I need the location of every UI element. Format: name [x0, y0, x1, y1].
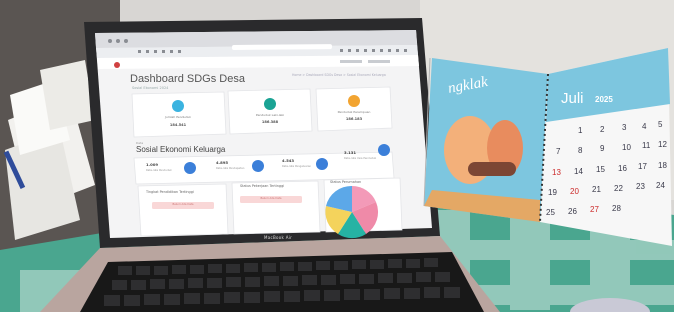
chart-card-title-2: Status Pekerjaan Tertinggi — [240, 184, 285, 188]
stat-value-2: 186.388 — [261, 120, 279, 124]
no-data-label-1: Belum Ada Data — [172, 203, 194, 206]
calendar-day: 11 — [642, 141, 651, 150]
illustration-object — [468, 162, 516, 176]
calendar-day: 5 — [658, 120, 663, 129]
logo-icon — [114, 62, 120, 68]
calendar-month: Juli — [561, 90, 584, 107]
calendar-day: 20 — [570, 186, 579, 196]
eco-label-2: Rata-rata Pendapatan — [216, 167, 245, 170]
eco-value-1: 1.009 — [146, 162, 159, 167]
calendar-day: 28 — [612, 203, 621, 213]
address-bar[interactable] — [232, 44, 332, 50]
stat-label-3: Penduduk Perempuan — [337, 110, 371, 114]
eco-value-4: 3.131 — [344, 150, 357, 155]
calendar-day: 12 — [658, 139, 667, 149]
calendar-day: 22 — [614, 183, 623, 193]
calendar-day: 4 — [642, 121, 647, 131]
calendar-day: 17 — [638, 162, 647, 171]
chart-card-title-1: Tingkat Pendidikan Tertinggi — [146, 190, 194, 194]
dashboard-title: Dashboard SDGs Desa — [130, 73, 245, 85]
calendar-day: 10 — [622, 142, 631, 152]
calendar-day: 18 — [658, 160, 667, 170]
calendar-day: 8 — [578, 145, 583, 155]
calendar-day: 9 — [600, 144, 605, 153]
header-link[interactable] — [340, 60, 362, 63]
calendar-day: 21 — [592, 185, 601, 194]
stat-card-3 — [315, 86, 393, 132]
dashboard-subtitle: Sosial Ekonomi 2024 — [132, 86, 169, 90]
eco-value-2: 4.895 — [216, 160, 229, 165]
calendar-day: 16 — [618, 163, 627, 173]
eco-value-3: 4.543 — [282, 158, 295, 163]
calendar-day: 3 — [622, 123, 627, 132]
calendar-day: 14 — [574, 166, 583, 176]
calendar-day: 2 — [600, 124, 605, 134]
stat-value-1: 184.541 — [169, 123, 187, 127]
calendar-year: 2025 — [595, 95, 613, 104]
calendar-day: 23 — [636, 182, 645, 191]
calendar-day: 25 — [546, 208, 555, 217]
home-icon — [172, 100, 184, 112]
eco-icon-2 — [252, 160, 264, 172]
calendar-day: 27 — [590, 205, 599, 214]
eco-icon-3 — [316, 158, 328, 170]
calendar-day: 15 — [596, 165, 605, 174]
eco-icon-4 — [378, 144, 390, 156]
laptop-brand: MacBook Air — [264, 235, 293, 240]
stat-label-1: Jumlah Penduduk — [164, 115, 192, 119]
calendar-day: 7 — [556, 147, 561, 156]
calendar-day: 1 — [578, 126, 583, 135]
chart-card-title-3: Status Perumahan — [330, 180, 362, 184]
calendar-day: 13 — [552, 168, 561, 177]
stat-card-2 — [227, 88, 313, 135]
header-link-2[interactable] — [368, 60, 390, 63]
photo-scene: Dashboard SDGs Desa Sosial Ekonomi 2024 … — [0, 0, 674, 312]
male-icon — [264, 98, 276, 110]
stat-value-3: 186.183 — [345, 117, 363, 121]
breadcrumb[interactable]: Home > Dashboard SDGs Desa > Sosial Ekon… — [292, 73, 386, 77]
chart-card-2 — [231, 180, 321, 235]
eco-label-1: Rata-rata Penduduk — [146, 169, 172, 172]
eco-label-3: Rata-rata Pengeluaran — [282, 165, 312, 168]
calendar-day: 26 — [568, 206, 577, 216]
female-icon — [348, 95, 360, 107]
scene-graphics — [0, 0, 674, 312]
no-data-label-2: Belum Ada Data — [260, 197, 282, 200]
calendar-day: 19 — [548, 188, 557, 197]
calendar-day: 24 — [656, 180, 665, 190]
pie-chart — [325, 185, 379, 239]
section-title: Sosial Ekonomi Keluarga — [136, 145, 226, 154]
stat-label-2: Penduduk Laki-laki — [255, 113, 285, 117]
eco-icon-1 — [184, 162, 196, 174]
eco-label-4: Rata-rata Usia Penduduk — [344, 157, 377, 160]
